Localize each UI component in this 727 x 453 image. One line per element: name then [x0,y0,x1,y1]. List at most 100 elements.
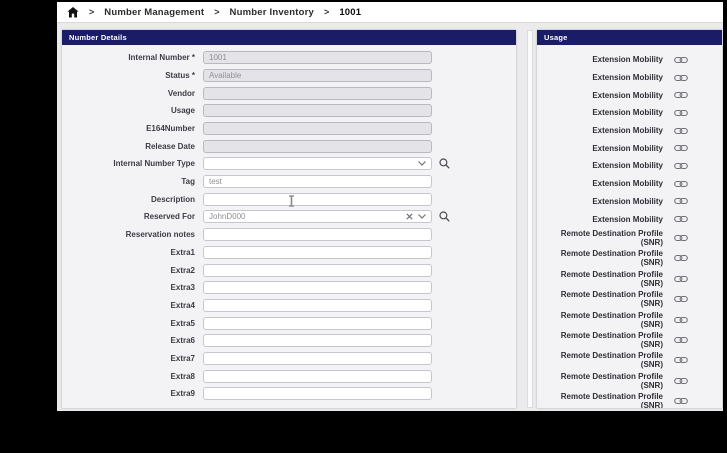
number-details-title: Number Details [69,33,127,42]
field-label-extra5: Extra5 [170,318,195,328]
internal-number-type-select[interactable] [203,157,432,171]
link-icon[interactable] [674,397,688,405]
search-icon[interactable] [439,158,450,170]
usage-item-label: Remote Destination Profile (SNR) [560,392,663,408]
extra7-input[interactable] [203,351,432,365]
link-icon[interactable] [674,377,688,385]
field-label-reservation-notes: Reservation notes [125,230,195,240]
release-date-input [203,139,432,153]
usage-item-label: Remote Destination Profile (SNR) [560,371,663,390]
extra1-input[interactable] [203,245,432,259]
field-row-vendor: Vendor [62,86,516,100]
usage-list: Extension Mobility Extension Mobility Exte… [537,45,722,408]
usage-item-label: Extension Mobility [592,161,663,171]
field-row-extra1: Extra1 [62,245,516,260]
chevron-down-icon[interactable] [418,161,426,167]
link-icon[interactable] [674,254,688,262]
usage-row-remote-destination-profile-snr: Remote Destination Profile (SNR) [537,269,722,289]
field-input-wrap-status [203,68,432,82]
extra3-input[interactable] [203,281,432,295]
extra6-input[interactable] [203,334,432,348]
field-row-extra2: Extra2 [62,263,516,277]
usage-row-extension-mobility: Extension Mobility [537,139,722,157]
field-input-wrap-extra5 [203,316,432,330]
link-icon[interactable] [674,356,688,364]
tag-input[interactable] [203,175,432,189]
breadcrumb-item-number-management[interactable]: Number Management [104,7,204,18]
reserved-for-select[interactable]: JohnD000 [203,210,432,224]
breadcrumb-separator: > [89,7,95,17]
link-icon[interactable] [674,316,688,324]
usage-item-label: Remote Destination Profile (SNR) [560,229,663,248]
link-icon[interactable] [674,109,688,117]
field-input-wrap-release-date [203,139,432,153]
field-label-e164number: E164Number [146,124,195,133]
field-label-reserved-for: Reserved For [143,212,195,222]
field-input-wrap-reservation-notes [203,228,432,242]
home-icon[interactable] [67,6,79,18]
field-input-wrap-extra8 [203,369,432,383]
link-icon[interactable] [674,215,688,223]
field-row-release-date: Release Date [62,139,516,153]
usage-row-remote-destination-profile-snr: Remote Destination Profile (SNR) [537,391,722,408]
usage-row-extension-mobility: Extension Mobility [537,210,722,228]
link-icon[interactable] [674,180,688,188]
link-icon[interactable] [674,74,688,82]
field-input-wrap-internal-number [203,51,432,65]
field-row-extra9: Extra9 [62,387,516,401]
extra5-input[interactable] [203,316,432,330]
internal-number-input [203,51,432,65]
extra2-input[interactable] [203,263,432,277]
link-icon[interactable] [674,295,688,303]
field-input-wrap-usage [203,104,432,118]
breadcrumb-item-current-1001: 1001 [339,6,362,18]
field-input-wrap-extra7 [203,351,432,365]
link-icon[interactable] [674,144,688,152]
usage-row-remote-destination-profile-snr: Remote Destination Profile (SNR) [537,371,722,391]
usage-row-remote-destination-profile-snr: Remote Destination Profile (SNR) [537,289,722,309]
link-icon[interactable] [674,197,688,205]
extra4-input[interactable] [203,298,432,312]
reservation-notes-input[interactable] [203,228,432,242]
usage-item-label: Extension Mobility [592,214,663,224]
link-icon[interactable] [674,275,688,283]
field-label-tag: Tag [181,177,195,187]
usage-item-label: Remote Destination Profile (SNR) [560,290,663,309]
link-icon[interactable] [674,336,688,344]
field-label-extra8: Extra8 [170,371,195,381]
status-input [203,68,432,82]
usage-item-label: Remote Destination Profile (SNR) [560,249,663,268]
number-details-form: Internal Number * Status * Vendor Usage E164… [62,45,516,401]
search-icon[interactable] [439,211,450,223]
extra9-input[interactable] [203,387,432,401]
field-row-usage: Usage [62,104,516,118]
number-details-header: Number Details [62,30,516,45]
field-row-extra4: Extra4 [62,298,516,313]
usage-row-remote-destination-profile-snr: Remote Destination Profile (SNR) [537,330,722,350]
vertical-scrollbar[interactable] [527,30,533,408]
field-label-status: Status * [165,70,195,80]
usage-row-extension-mobility: Extension Mobility [537,69,722,87]
link-icon[interactable] [674,162,688,170]
breadcrumb-item-number-inventory[interactable]: Number Inventory [230,7,315,18]
link-icon[interactable] [674,234,688,242]
e164number-input [203,122,432,135]
field-label-internal-number-type: Internal Number Type [113,159,195,169]
link-icon[interactable] [674,127,688,135]
usage-row-extension-mobility: Extension Mobility [537,157,722,175]
usage-item-label: Extension Mobility [592,90,663,100]
number-details-panel: Number Details Internal Number * Status *… [62,30,516,408]
field-label-extra6: Extra6 [170,336,195,346]
usage-row-remote-destination-profile-snr: Remote Destination Profile (SNR) [537,228,722,248]
usage-row-extension-mobility: Extension Mobility [537,86,722,104]
chevron-down-icon[interactable] [418,214,426,220]
link-icon[interactable] [674,91,688,99]
field-label-usage: Usage [170,106,195,116]
link-icon[interactable] [674,56,688,64]
field-label-extra3: Extra3 [170,283,195,293]
usage-header: Usage [537,30,722,45]
extra8-input[interactable] [203,369,432,383]
usage-item-label: Extension Mobility [592,55,663,65]
clear-icon[interactable] [406,213,413,221]
description-input[interactable] [203,192,432,206]
